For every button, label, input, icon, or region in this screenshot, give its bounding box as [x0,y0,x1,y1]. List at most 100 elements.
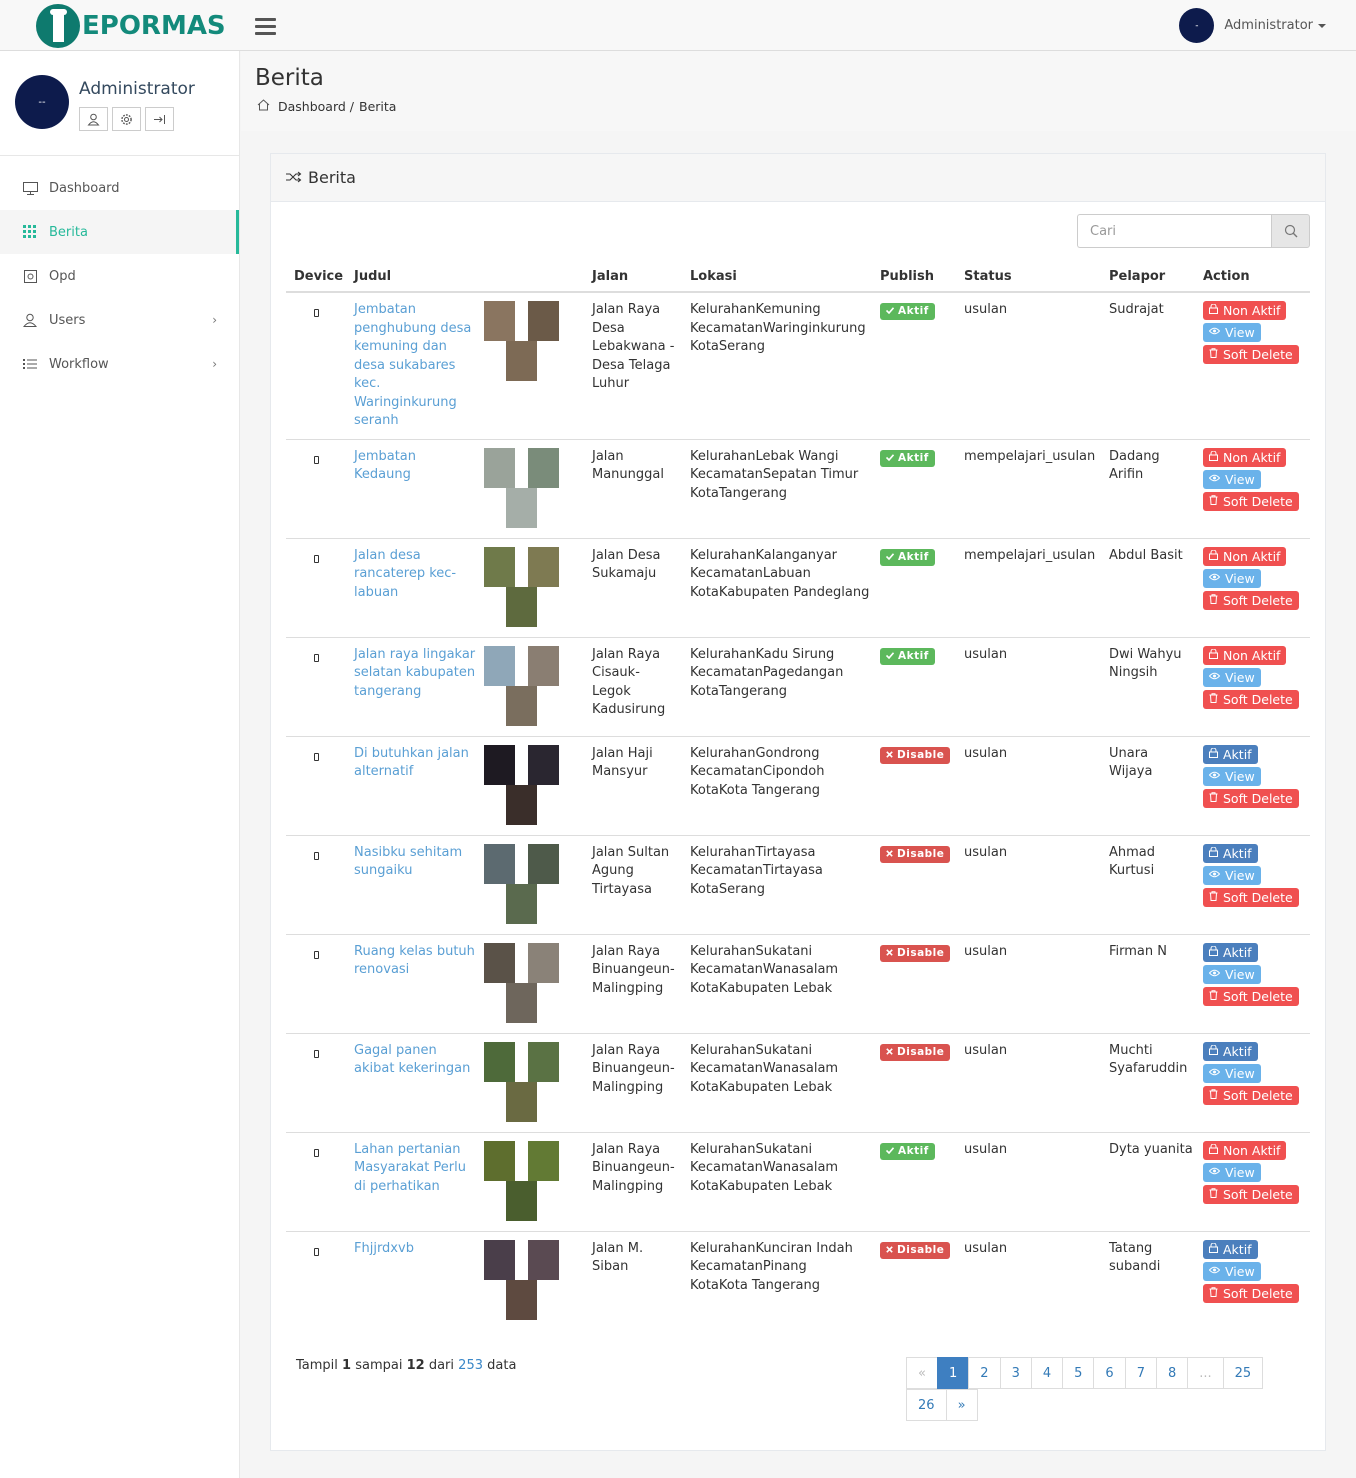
page-5[interactable]: 5 [1062,1357,1095,1389]
col-judul[interactable]: Judul [346,262,476,293]
search-button[interactable] [1271,214,1310,248]
user-dropdown[interactable]: - Administrator [1179,8,1326,43]
photo-thumbnail[interactable] [484,1041,515,1082]
soft-delete-button[interactable]: Soft Delete [1203,788,1299,808]
toggle-publish-button[interactable]: Non Aktif [1203,546,1287,566]
toggle-publish-button[interactable]: Non Aktif [1203,1140,1287,1160]
profile-button[interactable] [79,107,108,131]
photo-thumbnail[interactable] [484,301,515,341]
sidebar-item-workflow[interactable]: Workflow › [0,342,239,386]
judul-link[interactable]: Jembatan penghubung desa kemuning dan de… [354,302,471,428]
photo-thumbnail[interactable] [506,982,537,1023]
col-status[interactable]: Status [956,262,1101,293]
photo-thumbnail[interactable] [484,843,515,884]
toggle-publish-button[interactable]: Non Aktif [1203,301,1287,320]
col-device[interactable]: Device [286,262,346,293]
photo-thumbnail[interactable] [506,1081,537,1122]
soft-delete-button[interactable]: Soft Delete [1203,345,1299,364]
sidebar-item-berita[interactable]: Berita [0,210,239,254]
judul-link[interactable]: Fhjjrdxvb [354,1241,414,1256]
photo-thumbnail[interactable] [484,942,515,983]
page-7[interactable]: 7 [1124,1357,1157,1389]
logout-button[interactable] [145,107,174,131]
soft-delete-button[interactable]: Soft Delete [1203,491,1299,511]
photo-thumbnail[interactable] [484,744,515,785]
page-6[interactable]: 6 [1093,1357,1126,1389]
sidebar-item-users[interactable]: Users › [0,298,239,342]
photo-thumbnail[interactable] [506,487,537,528]
toggle-publish-button[interactable]: Non Aktif [1203,447,1287,467]
photo-thumbnail[interactable] [484,1140,515,1181]
view-button[interactable]: View [1203,964,1261,984]
soft-delete-button[interactable]: Soft Delete [1203,689,1299,709]
photo-thumbnail[interactable] [506,586,537,627]
judul-link[interactable]: Jalan raya lingakar selatan kabupaten ta… [354,647,475,699]
page-25[interactable]: 25 [1222,1357,1264,1389]
toggle-publish-button[interactable]: Aktif [1203,1041,1258,1061]
page-2[interactable]: 2 [968,1357,1001,1389]
photo-thumbnail[interactable] [484,1239,515,1280]
judul-link[interactable]: Gagal panen akibat kekeringan [354,1043,470,1077]
page-next[interactable]: » [945,1389,978,1421]
photo-thumbnail[interactable] [528,942,559,983]
view-button[interactable]: View [1203,865,1261,885]
page-8[interactable]: 8 [1155,1357,1189,1389]
photo-thumbnail[interactable] [506,1180,537,1221]
soft-delete-button[interactable]: Soft Delete [1203,1184,1299,1204]
photo-thumbnail[interactable] [506,883,537,924]
brand-logo[interactable]: EPORMAS [36,4,226,48]
judul-link[interactable]: Jembatan Kedaung [354,449,416,483]
breadcrumb-dashboard[interactable]: Dashboard / [278,99,354,114]
soft-delete-button[interactable]: Soft Delete [1203,887,1299,907]
view-button[interactable]: View [1203,1063,1261,1083]
view-button[interactable]: View [1203,1261,1261,1281]
view-button[interactable]: View [1203,667,1261,687]
judul-link[interactable]: Di butuhkan jalan alternatif [354,746,469,780]
photo-thumbnail[interactable] [528,447,559,488]
search-input[interactable] [1077,214,1271,248]
photo-thumbnail[interactable] [528,744,559,785]
col-action[interactable]: Action [1195,262,1310,293]
soft-delete-button[interactable]: Soft Delete [1203,590,1299,610]
view-button[interactable]: View [1203,766,1261,786]
col-pelapor[interactable]: Pelapor [1101,262,1195,293]
menu-toggle-icon[interactable] [255,18,276,35]
photo-thumbnail[interactable] [484,447,515,488]
sidebar-item-dashboard[interactable]: Dashboard [0,166,239,210]
view-button[interactable]: View [1203,568,1261,588]
photo-thumbnail[interactable] [484,645,515,686]
photo-thumbnail[interactable] [528,1239,559,1280]
judul-link[interactable]: Ruang kelas butuh renovasi [354,944,475,978]
photo-thumbnail[interactable] [528,301,559,341]
photo-thumbnail[interactable] [506,784,537,825]
toggle-publish-button[interactable]: Aktif [1203,1239,1258,1259]
photo-thumbnail[interactable] [528,546,559,587]
toggle-publish-button[interactable]: Aktif [1203,744,1258,764]
page-1[interactable]: 1 [937,1357,970,1389]
settings-button[interactable] [112,107,141,131]
soft-delete-button[interactable]: Soft Delete [1203,986,1299,1006]
soft-delete-button[interactable]: Soft Delete [1203,1085,1299,1105]
photo-thumbnail[interactable] [506,1279,537,1320]
toggle-publish-button[interactable]: Aktif [1203,942,1258,962]
col-lokasi[interactable]: Lokasi [682,262,872,293]
judul-link[interactable]: Lahan pertanian Masyarakat Perlu di perh… [354,1142,466,1194]
col-publish[interactable]: Publish [872,262,956,293]
col-jalan[interactable]: Jalan [584,262,682,293]
view-button[interactable]: View [1203,323,1261,342]
page-4[interactable]: 4 [1030,1357,1064,1389]
photo-thumbnail[interactable] [528,843,559,884]
home-icon[interactable] [257,99,270,114]
toggle-publish-button[interactable]: Non Aktif [1203,645,1287,665]
view-button[interactable]: View [1203,1162,1261,1182]
sidebar-item-opd[interactable]: Opd [0,254,239,298]
photo-thumbnail[interactable] [528,1140,559,1181]
page-26[interactable]: 26 [906,1389,947,1421]
photo-thumbnail[interactable] [528,1041,559,1082]
judul-link[interactable]: Jalan desa rancaterep kec- labuan [354,548,456,600]
photo-thumbnail[interactable] [528,645,559,686]
page-3[interactable]: 3 [999,1357,1032,1389]
view-button[interactable]: View [1203,469,1261,489]
photo-thumbnail[interactable] [484,546,515,587]
photo-thumbnail[interactable] [506,685,537,726]
